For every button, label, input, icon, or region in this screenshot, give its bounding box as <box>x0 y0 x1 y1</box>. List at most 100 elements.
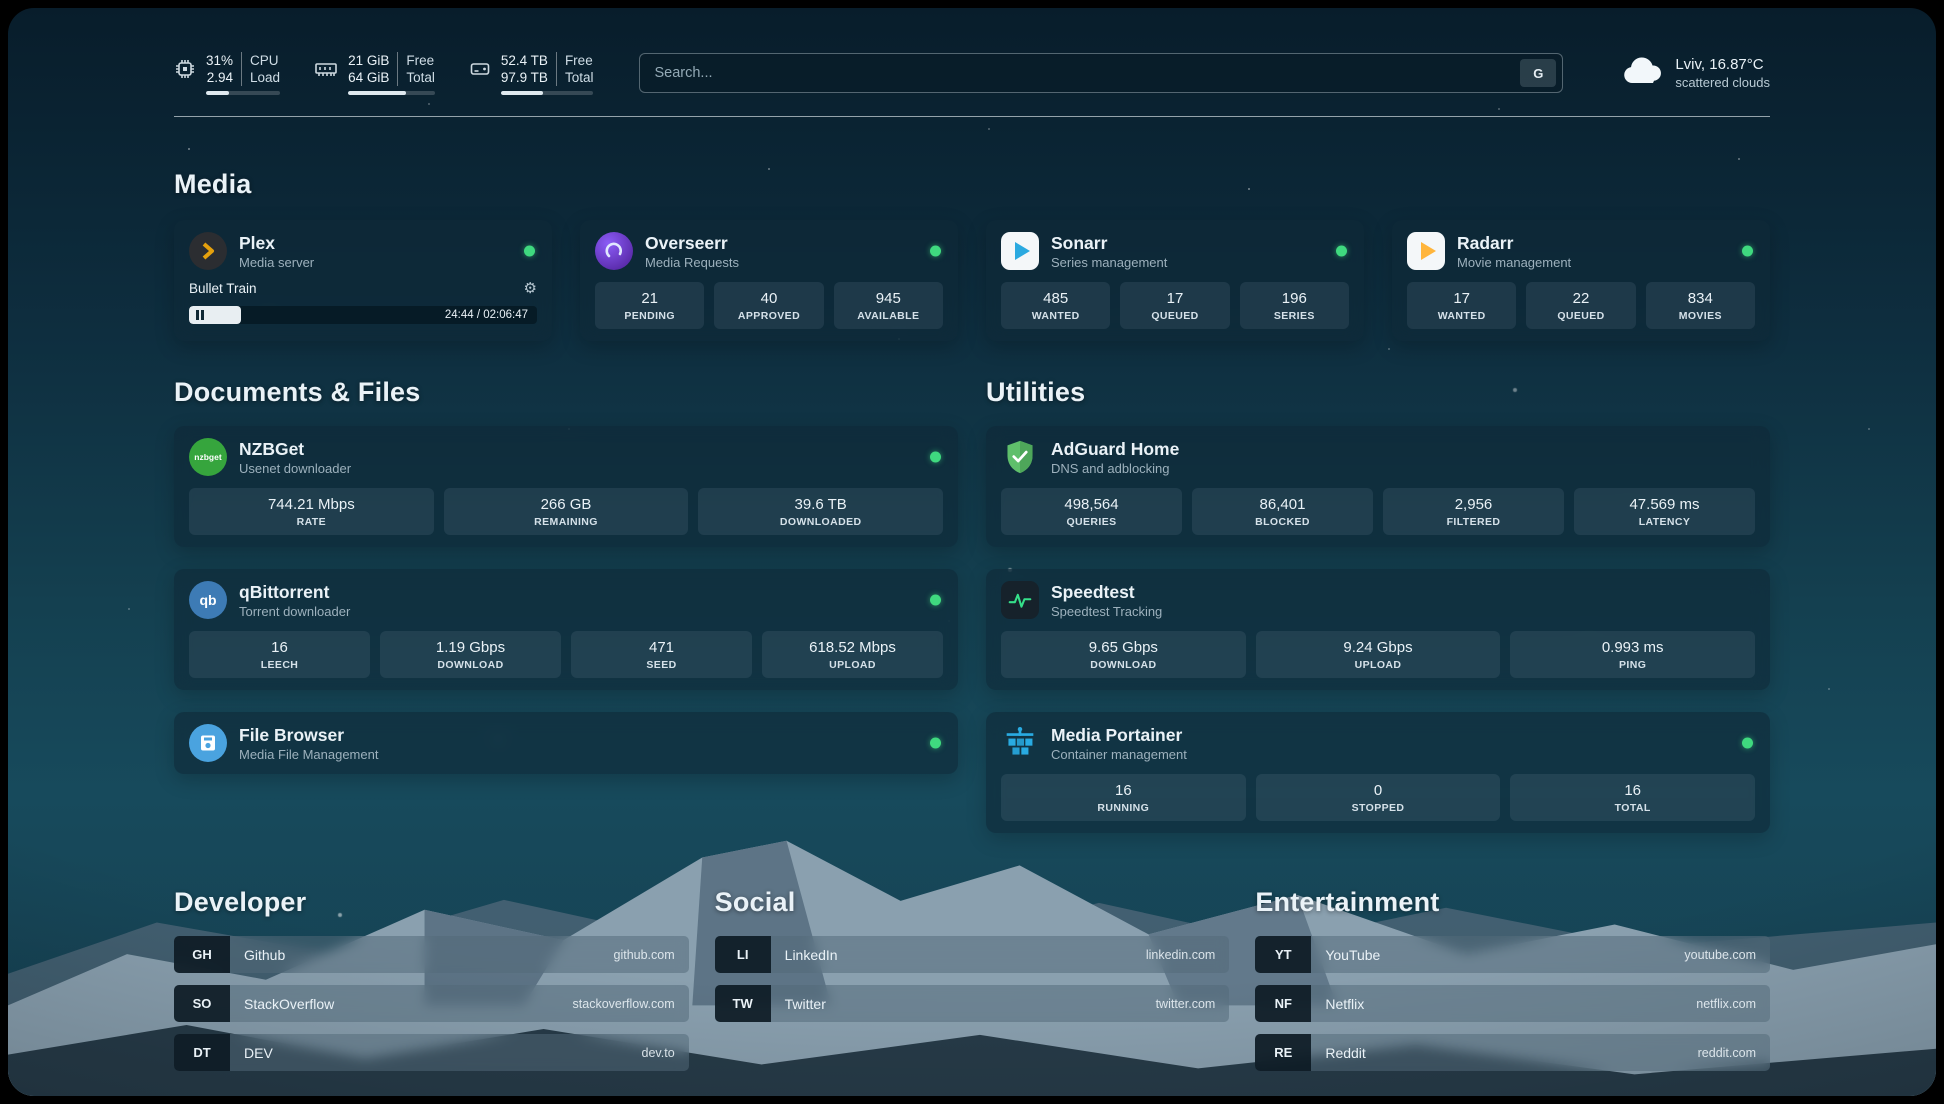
bookmark-abbr: YT <box>1255 936 1311 973</box>
bookmark-abbr: DT <box>174 1034 230 1071</box>
bookmark-stackoverflow[interactable]: SO StackOverflow stackoverflow.com <box>174 985 689 1022</box>
filebrowser-icon <box>189 724 227 762</box>
weather-widget[interactable]: Lviv, 16.87°C scattered clouds <box>1621 56 1770 91</box>
now-playing-title: Bullet Train <box>189 281 257 296</box>
gear-icon[interactable]: ⚙ <box>524 279 537 297</box>
app-subtitle: Usenet downloader <box>239 461 351 476</box>
speedtest-titles: Speedtest Speedtest Tracking <box>1051 582 1162 619</box>
memory-icon <box>314 58 338 85</box>
search-bar: G <box>639 53 1563 93</box>
bookmark-url: stackoverflow.com <box>573 997 675 1011</box>
stat-leech: 16LEECH <box>189 631 370 678</box>
storage-readout: 52.4 TB Free 97.9 TB Total <box>501 52 594 95</box>
status-dot <box>1742 246 1753 257</box>
status-dot <box>930 738 941 749</box>
bookmark-abbr: GH <box>174 936 230 973</box>
app-card-portainer[interactable]: Media Portainer Container management 16R… <box>986 712 1770 833</box>
app-subtitle: Media server <box>239 255 314 270</box>
status-dot <box>1336 246 1347 257</box>
cpu-widget: 31% CPU 2.94 Load <box>174 52 280 95</box>
stat-pending: 21PENDING <box>595 282 704 329</box>
speedtest-icon <box>1001 581 1039 619</box>
stat-total: 16TOTAL <box>1510 774 1755 821</box>
bookmark-abbr: LI <box>715 936 771 973</box>
app-card-adguard[interactable]: AdGuard Home DNS and adblocking 498,564Q… <box>986 426 1770 547</box>
cpu-icon <box>174 58 196 85</box>
app-title: NZBGet <box>239 439 351 459</box>
qbittorrent-icon: qb <box>189 581 227 619</box>
stat-movies: 834MOVIES <box>1646 282 1755 329</box>
stat-series: 196SERIES <box>1240 282 1349 329</box>
section-heading-developer: Developer <box>174 887 689 918</box>
bookmark-dev[interactable]: DT DEV dev.to <box>174 1034 689 1071</box>
bookmark-name: Reddit <box>1325 1045 1365 1061</box>
bookmark-url: netflix.com <box>1696 997 1756 1011</box>
stat-latency: 47.569 msLATENCY <box>1574 488 1755 535</box>
pause-icon[interactable] <box>196 310 204 320</box>
app-card-qbittorrent[interactable]: qb qBittorrent Torrent downloader 16LEEC… <box>174 569 958 690</box>
app-card-filebrowser[interactable]: File Browser Media File Management <box>174 712 958 774</box>
stat-queries: 498,564QUERIES <box>1001 488 1182 535</box>
radarr-titles: Radarr Movie management <box>1457 233 1571 270</box>
playback-time: 24:44 / 02:06:47 <box>445 306 528 324</box>
app-card-overseerr[interactable]: Overseerr Media Requests 21PENDING 40APP… <box>580 220 958 341</box>
weather-location: Lviv, 16.87°C <box>1675 56 1770 73</box>
stat-upload: 9.24 GbpsUPLOAD <box>1256 631 1501 678</box>
app-subtitle: Container management <box>1051 747 1187 762</box>
bookmark-reddit[interactable]: RE Reddit reddit.com <box>1255 1034 1770 1071</box>
sonarr-titles: Sonarr Series management <box>1051 233 1167 270</box>
app-title: Media Portainer <box>1051 725 1187 745</box>
bookmark-abbr: TW <box>715 985 771 1022</box>
bookmark-twitter[interactable]: TW Twitter twitter.com <box>715 985 1230 1022</box>
app-subtitle: Media Requests <box>645 255 739 270</box>
media-grid: Plex Media server Bullet Train ⚙ 24:44 /… <box>174 220 1770 341</box>
bookmark-abbr: NF <box>1255 985 1311 1022</box>
topbar-divider <box>174 116 1770 117</box>
memory-widget: 21 GiB Free 64 GiB Total <box>314 52 435 95</box>
memory-readout: 21 GiB Free 64 GiB Total <box>348 52 435 95</box>
bookmark-linkedin[interactable]: LI LinkedIn linkedin.com <box>715 936 1230 973</box>
storage-total-label: Total <box>557 69 594 86</box>
bookmark-name: StackOverflow <box>244 996 334 1012</box>
app-subtitle: Speedtest Tracking <box>1051 604 1162 619</box>
overseerr-icon <box>595 232 633 270</box>
bookmark-name: Github <box>244 947 285 963</box>
storage-free-label: Free <box>557 52 594 69</box>
app-card-speedtest[interactable]: Speedtest Speedtest Tracking 9.65 GbpsDO… <box>986 569 1770 690</box>
portainer-titles: Media Portainer Container management <box>1051 725 1187 762</box>
stat-stopped: 0STOPPED <box>1256 774 1501 821</box>
stat-filtered: 2,956FILTERED <box>1383 488 1564 535</box>
nzbget-icon: nzbget <box>189 438 227 476</box>
bookmark-netflix[interactable]: NF Netflix netflix.com <box>1255 985 1770 1022</box>
cpu-label: CPU <box>242 52 280 69</box>
stat-running: 16RUNNING <box>1001 774 1246 821</box>
stat-rate: 744.21 MbpsRATE <box>189 488 434 535</box>
search-input[interactable] <box>654 65 1520 81</box>
section-heading-social: Social <box>715 887 1230 918</box>
app-card-nzbget[interactable]: nzbget NZBGet Usenet downloader 744.21 M… <box>174 426 958 547</box>
qbittorrent-titles: qBittorrent Torrent downloader <box>239 582 350 619</box>
bookmark-youtube[interactable]: YT YouTube youtube.com <box>1255 936 1770 973</box>
app-card-plex[interactable]: Plex Media server Bullet Train ⚙ 24:44 /… <box>174 220 552 341</box>
search-engine-button[interactable]: G <box>1520 59 1556 87</box>
bookmark-github[interactable]: GH Github github.com <box>174 936 689 973</box>
app-subtitle: DNS and adblocking <box>1051 461 1179 476</box>
app-card-sonarr[interactable]: Sonarr Series management 485WANTED 17QUE… <box>986 220 1364 341</box>
memory-total-label: Total <box>398 69 435 86</box>
status-dot <box>930 246 941 257</box>
bookmark-group-entertainment: Entertainment YT YouTube youtube.com NF … <box>1255 887 1770 1071</box>
app-title: Overseerr <box>645 233 739 253</box>
memory-free: 21 GiB <box>348 52 398 69</box>
app-title: qBittorrent <box>239 582 350 602</box>
topbar: 31% CPU 2.94 Load <box>174 44 1770 102</box>
utilities-column: Utilities AdGuard Home DNS and adblockin… <box>986 377 1770 833</box>
cloud-icon <box>1621 56 1663 91</box>
memory-progress-bar <box>348 91 435 95</box>
app-card-radarr[interactable]: Radarr Movie management 17WANTED 22QUEUE… <box>1392 220 1770 341</box>
app-subtitle: Torrent downloader <box>239 604 350 619</box>
cpu-load-label: Load <box>242 69 280 86</box>
plex-player-bar[interactable]: 24:44 / 02:06:47 <box>189 306 537 324</box>
stat-ping: 0.993 msPING <box>1510 631 1755 678</box>
bookmarks-area: Developer GH Github github.com SO StackO… <box>174 887 1770 1071</box>
stat-approved: 40APPROVED <box>714 282 823 329</box>
